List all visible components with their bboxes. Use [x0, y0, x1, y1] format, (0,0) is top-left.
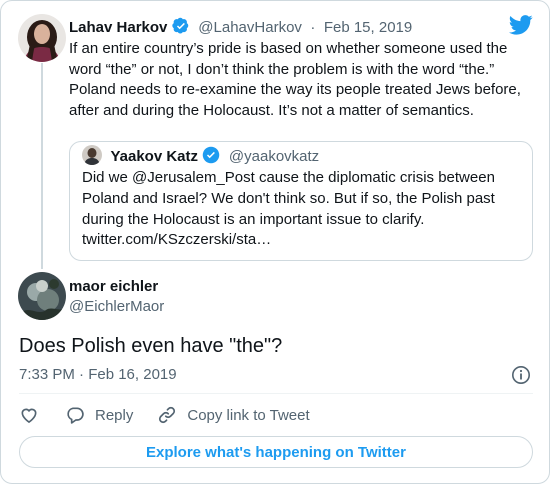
parent-tweet-text: If an entire country’s pride is based on…	[69, 40, 521, 119]
tweet-timestamp-link[interactable]: 7:33 PM · Feb 16, 2019	[19, 365, 177, 385]
quoted-tweet[interactable]: Yaakov Katz @yaakovkatz Did we @Jerusale…	[69, 141, 533, 261]
reply-label: Reply	[95, 406, 134, 424]
tweet-actions: Reply Copy link to Tweet	[19, 403, 310, 427]
divider	[19, 393, 533, 394]
parent-tweet-header: Lahav Harkov @LahavHarkov · Feb 15, 2019	[69, 17, 412, 38]
quoted-author-name: Yaakov Katz	[110, 148, 198, 165]
explore-label: Explore what's happening on Twitter	[146, 443, 406, 461]
link-icon	[159, 406, 176, 424]
quoted-tweet-header: Yaakov Katz @yaakovkatz	[82, 145, 319, 167]
author-handle[interactable]: @LahavHarkov	[198, 19, 302, 36]
verified-badge-icon	[203, 146, 220, 164]
thread-connector-line	[41, 63, 43, 269]
reply-icon	[67, 407, 84, 424]
tweet-date-link[interactable]: Feb 15, 2019	[324, 19, 412, 36]
verified-badge-icon	[172, 17, 189, 34]
like-button[interactable]	[19, 405, 39, 425]
heart-icon	[21, 408, 37, 424]
reply-button[interactable]: Reply	[65, 405, 133, 425]
author-name[interactable]: maor eichler	[69, 277, 158, 297]
copy-link-label: Copy link to Tweet	[187, 406, 310, 424]
tweet-text: Does Polish even have "the"?	[19, 335, 283, 357]
twitter-logo-icon[interactable]	[509, 15, 533, 35]
avatar[interactable]	[18, 14, 66, 62]
info-icon[interactable]	[511, 365, 531, 385]
explore-twitter-button[interactable]: Explore what's happening on Twitter	[19, 436, 533, 468]
avatar	[82, 145, 102, 165]
tweet-embed-card: Lahav Harkov @LahavHarkov · Feb 15, 2019…	[0, 0, 550, 484]
quoted-tweet-text: Did we @Jerusalem_Post cause the diploma…	[82, 169, 495, 249]
author-handle[interactable]: @EichlerMaor	[69, 297, 164, 317]
author-name[interactable]: Lahav Harkov	[69, 19, 167, 36]
avatar[interactable]	[18, 272, 66, 320]
separator-dot: ·	[310, 19, 316, 36]
quoted-author-handle: @yaakovkatz	[228, 148, 320, 165]
copy-link-button[interactable]: Copy link to Tweet	[157, 405, 310, 425]
